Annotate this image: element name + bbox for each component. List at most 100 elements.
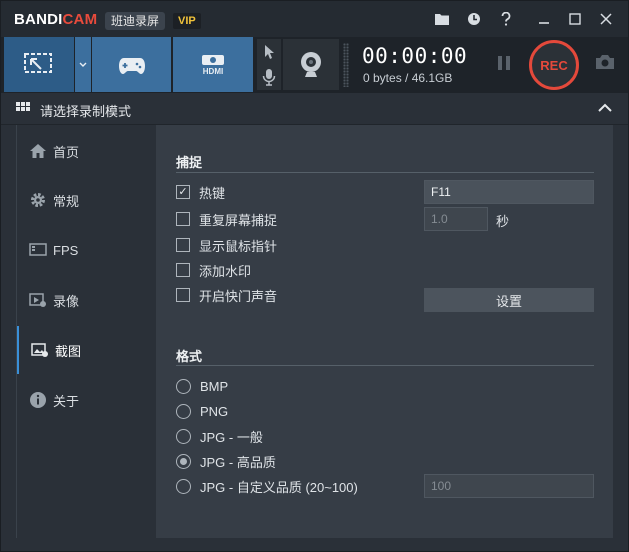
pause-button[interactable] (495, 56, 513, 74)
fps-icon (29, 241, 47, 259)
close-icon[interactable] (595, 8, 617, 30)
hotkey-label: 热键 (199, 185, 226, 201)
jpg-normal-radio[interactable] (176, 428, 191, 444)
app-logo: BANDICAM (14, 11, 97, 28)
watermark-checkbox-row[interactable]: 添加水印 (176, 260, 251, 280)
window-bottom-edge (1, 539, 628, 551)
show-cursor-checkbox[interactable] (176, 238, 190, 252)
format-divider (176, 365, 594, 366)
audio-toggles (257, 39, 281, 90)
hotkey-field[interactable]: F11 (424, 180, 594, 204)
mode-select-bar[interactable]: 请选择录制模式 (1, 93, 628, 125)
toolbar: HDMI 00:00:00 0 bytes / 46.1GB REC (1, 37, 628, 93)
radio-selected-dot (180, 457, 187, 465)
grid-icon (16, 102, 30, 111)
screen-rect-icon (24, 52, 52, 73)
sidebar: 首页 常规 FPS 录像 截图 关于 (16, 125, 156, 538)
video-icon (29, 291, 47, 309)
bmp-label: BMP (200, 378, 229, 394)
shutter-sound-label: 开启快门声音 (199, 288, 278, 304)
sidebar-item-screenshot[interactable]: 截图 (17, 326, 157, 374)
info-icon (29, 391, 47, 409)
jpg-normal-label: JPG - 一般 (200, 429, 263, 445)
webcam-button[interactable] (283, 39, 339, 90)
hdmi-icon: HDMI (201, 54, 225, 76)
camera-icon[interactable] (594, 53, 618, 75)
rec-button[interactable]: REC (529, 40, 579, 90)
sidebar-item-general[interactable]: 常规 (17, 176, 157, 224)
gear-icon (29, 191, 47, 209)
bandicam-window: BANDICAM 班迪录屏 VIP HDMI 00:00:00 0 bytes … (0, 0, 629, 552)
sidebar-item-label: 关于 (53, 393, 80, 409)
jpg-custom-radio[interactable] (176, 478, 191, 494)
format-option-jpg-custom[interactable]: JPG - 自定义品质 (20~100) (176, 476, 358, 496)
recording-timer: 00:00:00 (362, 44, 468, 68)
sidebar-item-label: 截图 (55, 343, 82, 359)
hdmi-label: HDMI (202, 66, 224, 76)
jpg-custom-label: JPG - 自定义品质 (20~100) (200, 479, 358, 495)
sidebar-item-about[interactable]: 关于 (17, 376, 157, 424)
restore-icon[interactable] (564, 8, 586, 30)
webcam-icon (301, 51, 321, 77)
folder-icon[interactable] (431, 8, 453, 30)
toolbar-grip[interactable] (343, 43, 349, 87)
sidebar-item-label: 常规 (53, 193, 80, 209)
mode-select-title: 请选择录制模式 (40, 104, 132, 119)
capture-section-title: 捕捉 (176, 155, 203, 170)
clock-icon[interactable] (463, 8, 485, 30)
hotkey-checkbox[interactable]: ✓ (176, 185, 190, 199)
watermark-settings-button[interactable]: 设置 (424, 288, 594, 312)
sidebar-item-home[interactable]: 首页 (17, 127, 157, 175)
show-cursor-checkbox-row[interactable]: 显示鼠标指针 (176, 235, 277, 255)
shutter-sound-checkbox[interactable] (176, 288, 190, 302)
game-mode-button[interactable] (92, 37, 171, 92)
screen-mode-dropdown[interactable] (75, 37, 91, 92)
repeat-capture-label: 重复屏幕捕捉 (199, 212, 278, 228)
screen-mode-button[interactable] (4, 37, 74, 92)
repeat-unit-label: 秒 (496, 214, 510, 229)
help-icon[interactable] (495, 8, 517, 30)
sidebar-item-label: FPS (53, 242, 79, 258)
logo-text-b: CAM (62, 11, 98, 28)
screenshot-icon (31, 341, 49, 359)
minimize-icon[interactable] (533, 8, 555, 30)
hotkey-checkbox-row[interactable]: ✓ 热键 (176, 182, 225, 202)
format-option-jpg-high[interactable]: JPG - 高品质 (176, 451, 276, 471)
capture-divider (176, 172, 594, 173)
watermark-label: 添加水印 (199, 263, 252, 279)
file-size-readout: 0 bytes / 46.1GB (363, 71, 453, 85)
png-label: PNG (200, 403, 229, 419)
cursor-toggle-icon[interactable] (260, 42, 278, 62)
jpg-high-label: JPG - 高品质 (200, 454, 276, 470)
jpg-quality-field[interactable]: 100 (424, 474, 594, 498)
vip-badge[interactable]: VIP (173, 13, 201, 29)
format-section-title: 格式 (176, 349, 203, 364)
png-radio[interactable] (176, 403, 191, 419)
bmp-radio[interactable] (176, 378, 191, 394)
shutter-sound-checkbox-row[interactable]: 开启快门声音 (176, 285, 277, 305)
sidebar-item-label: 首页 (53, 144, 80, 160)
pause-bar-right (506, 56, 510, 70)
sidebar-item-fps[interactable]: FPS (17, 226, 157, 274)
show-cursor-label: 显示鼠标指针 (199, 238, 278, 254)
pause-bar-left (498, 56, 502, 70)
microphone-icon[interactable] (260, 67, 278, 87)
brand-label: 班迪录屏 (105, 12, 166, 30)
repeat-capture-checkbox-row[interactable]: 重复屏幕捕捉 (176, 209, 277, 229)
watermark-checkbox[interactable] (176, 263, 190, 277)
sidebar-item-label: 录像 (53, 293, 80, 309)
title-bar: BANDICAM 班迪录屏 VIP (1, 1, 628, 37)
repeat-capture-checkbox[interactable] (176, 212, 190, 226)
logo-text-a: BANDI (14, 11, 63, 28)
chevron-down-icon (79, 62, 87, 67)
sidebar-item-video[interactable]: 录像 (17, 276, 157, 324)
device-mode-button[interactable]: HDMI (173, 37, 253, 92)
format-option-png[interactable]: PNG (176, 401, 228, 421)
format-option-jpg-normal[interactable]: JPG - 一般 (176, 426, 263, 446)
repeat-interval-field[interactable]: 1.0 (424, 207, 488, 231)
format-option-bmp[interactable]: BMP (176, 376, 228, 396)
jpg-high-radio[interactable] (176, 453, 191, 469)
screenshot-settings-panel: 捕捉 ✓ 热键 重复屏幕捕捉 显示鼠标指针 添加水印 开启快门声音 F11 1.… (156, 125, 613, 538)
chevron-up-icon[interactable] (597, 101, 613, 115)
gamepad-icon (118, 57, 145, 74)
